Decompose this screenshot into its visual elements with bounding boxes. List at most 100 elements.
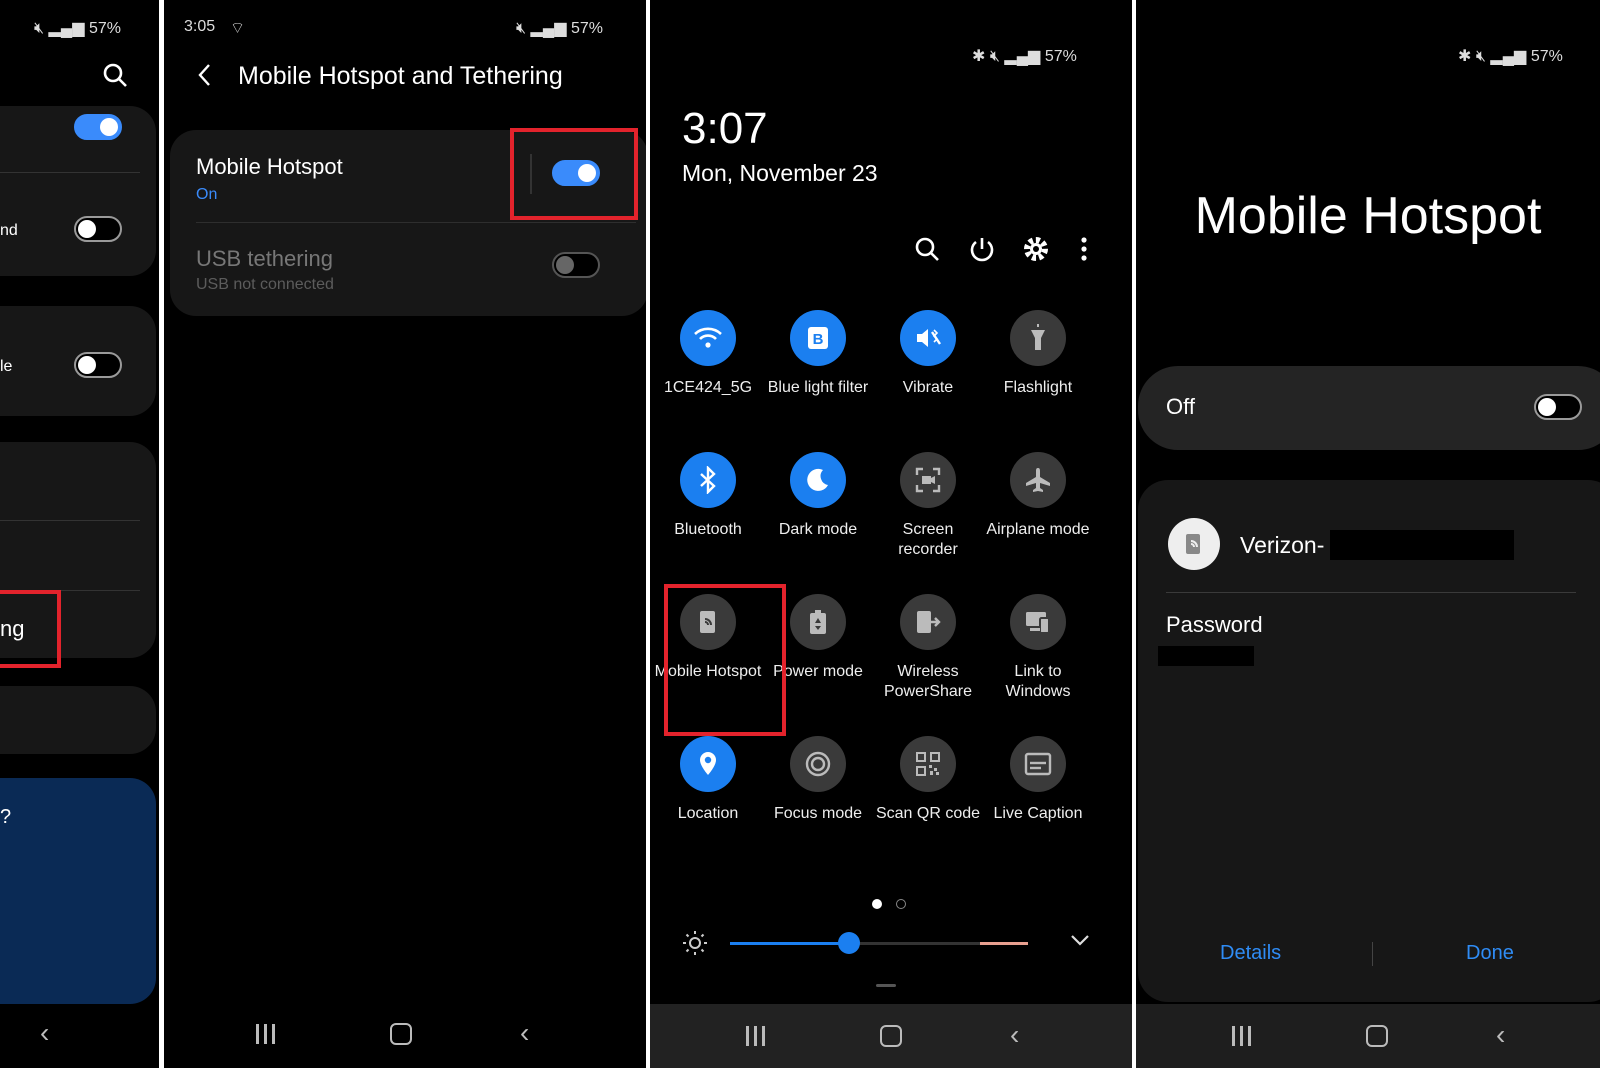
quick-tile-1ce424-5g[interactable]: 1CE424_5G [652,310,764,398]
recents-icon[interactable] [1232,1026,1251,1046]
tile-label: Screen recorder [898,521,958,558]
drag-handle[interactable] [876,984,896,987]
status-bar: 🔇︎ ▂▄▆ 57% [516,18,603,38]
quick-tile-location[interactable]: Location [652,736,764,824]
bluetooth-icon[interactable] [680,452,736,508]
quick-settings-screen: ✱ 🔇︎ ▂▄▆ 57% 3:07 Mon, November 23 1CE42… [650,0,1132,1068]
hotspot-toggle[interactable] [1534,394,1582,420]
toggle-switch[interactable] [74,216,122,242]
brightness-extra-zone [980,942,1028,945]
suggestion-card: ? [0,778,156,1004]
signal-icon: ▂▄▆ [1490,48,1527,65]
search-icon[interactable] [102,62,128,93]
quick-tile-focus-mode[interactable]: Focus mode [762,736,874,824]
hotspot-tethering-screen: 3:05 ⌔ 🔇︎ ▂▄▆ 57% Mobile Hotspot and Tet… [164,0,646,1068]
settings-card [0,686,156,754]
airplane-icon[interactable] [1010,452,1066,508]
divider [1372,942,1373,966]
tile-label: Live Caption [993,805,1083,822]
row-label: nd [0,222,18,239]
page-title: Mobile Hotspot and Tethering [238,62,563,90]
caption-icon[interactable] [1010,736,1066,792]
settings-panel-partial: 🔇︎ ▂▄▆ 57% nd le ng ? ‹ [0,0,159,1068]
clock: 3:07 [682,104,768,153]
quick-tile-screen-recorder[interactable]: Screen recorder [872,452,984,560]
tile-label: Wireless PowerShare [883,663,973,700]
usb-tethering-status: USB not connected [196,276,334,293]
toggle-switch[interactable] [74,114,122,140]
tile-label: Bluetooth [674,521,742,538]
brightness-slider-handle[interactable] [838,932,861,954]
quick-tile-live-caption[interactable]: Live Caption [982,736,1094,824]
highlight-box [510,128,638,220]
mobile-hotspot-screen: ✱ 🔇︎ ▂▄▆ 57% Mobile Hotspot Off Verizon-… [1136,0,1600,1068]
details-button[interactable]: Details [1220,942,1281,965]
quick-tile-wireless-powershare[interactable]: Wireless PowerShare [872,594,984,702]
tile-label: Vibrate [902,379,954,396]
gear-icon[interactable] [1022,235,1050,268]
password-label[interactable]: Password [1166,612,1263,638]
nav-back-icon[interactable]: ‹ [40,1018,49,1048]
screen-recorder-icon[interactable] [900,452,956,508]
network-name[interactable]: Verizon- [1240,532,1324,559]
brightness-slider-track[interactable] [730,932,1028,954]
home-icon[interactable] [1366,1025,1388,1047]
home-icon[interactable] [880,1025,902,1047]
tile-label: 1CE424_5G [663,379,753,396]
quick-tile-airplane-mode[interactable]: Airplane mode [982,452,1094,540]
quick-tile-vibrate[interactable]: Vibrate [872,310,984,398]
page-indicator [896,899,906,909]
signal-icon: ▂▄▆ [1004,48,1041,65]
location-icon[interactable] [680,736,736,792]
power-mode-icon[interactable] [790,594,846,650]
quick-tile-link-to-windows[interactable]: Link to Windows [982,594,1094,702]
link-windows-icon[interactable] [1010,594,1066,650]
nav-back-icon[interactable]: ‹ [1496,1020,1505,1050]
mute-icon: 🔇︎ [34,20,45,37]
quick-tile-bluetooth[interactable]: Bluetooth [652,452,764,540]
usb-tethering-toggle [552,252,600,278]
quick-tile-dark-mode[interactable]: Dark mode [762,452,874,540]
date: Mon, November 23 [682,160,878,186]
card-text: ? [0,806,12,828]
recents-icon[interactable] [746,1026,765,1046]
nav-back-icon[interactable]: ‹ [520,1018,529,1048]
mute-icon: 🔇︎ [989,48,1000,65]
power-icon[interactable] [968,235,996,268]
wifi-icon[interactable] [680,310,736,366]
network-card: Verizon- Password Details Done [1138,480,1600,1002]
moon-icon[interactable] [790,452,846,508]
master-switch-bar[interactable]: Off [1138,366,1600,450]
state-label: Off [1166,394,1195,419]
redacted-password [1158,646,1254,666]
nav-back-icon[interactable]: ‹ [1010,1020,1019,1050]
battery-text: 57% [1044,48,1077,65]
done-button[interactable]: Done [1466,942,1514,965]
mobile-hotspot-status: On [196,186,218,203]
tethering-item-partial[interactable]: ng [0,616,24,642]
qr-icon[interactable] [900,736,956,792]
quick-tile-flashlight[interactable]: Flashlight [982,310,1094,398]
home-icon[interactable] [390,1023,412,1045]
divider [196,222,636,223]
mobile-hotspot-label[interactable]: Mobile Hotspot [196,154,343,180]
quick-tile-scan-qr-code[interactable]: Scan QR code [872,736,984,824]
page-indicator-active [872,899,882,909]
more-options-icon[interactable] [1080,236,1088,267]
redacted-ssid [1330,530,1514,560]
recents-icon[interactable] [256,1024,275,1044]
battery-text: 57% [88,20,121,37]
chevron-down-icon[interactable] [1070,933,1090,952]
settings-card: le [0,306,156,416]
quick-tile-blue-light-filter[interactable]: B Blue light filter [762,310,874,398]
blue-light-icon[interactable]: B [790,310,846,366]
back-icon[interactable] [196,62,214,93]
focus-icon[interactable] [790,736,846,792]
search-icon[interactable] [914,236,940,267]
status-time: 3:05 [184,18,216,35]
vibrate-icon[interactable] [900,310,956,366]
tile-label: Focus mode [773,805,863,822]
flashlight-icon[interactable] [1010,310,1066,366]
powershare-icon[interactable] [900,594,956,650]
toggle-switch[interactable] [74,352,122,378]
